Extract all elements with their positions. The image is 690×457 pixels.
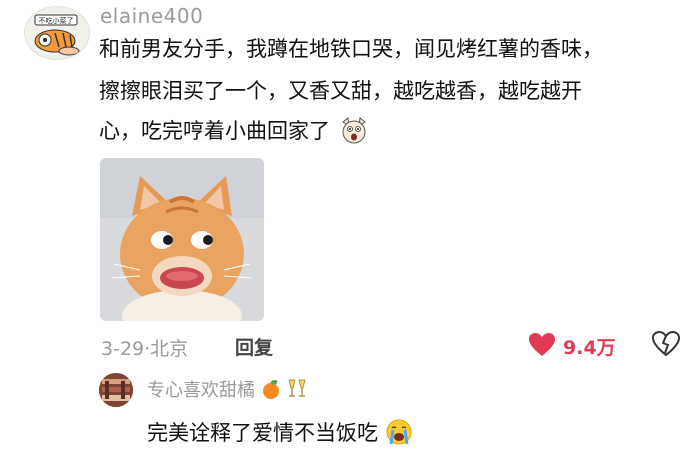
reply-button[interactable]: 回复 [235,333,273,360]
dislike-button[interactable] [651,330,681,361]
comment-text-line-1: 和前男友分手，我蹲在地铁口哭，闻见烤红薯的香味， [99,37,603,61]
avatar[interactable]: 不吃小菜了 [24,6,90,60]
comment-text-line-2: 擦擦眼泪买了一个，又香又甜，越吃越香，越吃越开 [99,79,582,103]
avatar-caption: 不吃小菜了 [39,16,74,25]
broken-heart-icon [651,330,681,361]
champagne-icon [286,378,308,405]
reply-avatar[interactable] [99,373,133,407]
comment-username[interactable]: elaine400 [100,4,203,28]
orange-icon [261,380,281,405]
heart-icon [528,333,556,362]
reply-text: 完美诠释了爱情不当饭吃 [147,421,378,445]
comment-text: 心，吃完哼着小曲回家了 [99,119,330,143]
comment-text-line-3: 心，吃完哼着小曲回家了 [99,116,369,152]
like-count: 9.4万 [563,337,616,359]
reply-username-row: 专心喜欢甜橘 [147,376,308,405]
reply-text-row: 完美诠释了爱情不当饭吃 [147,417,413,451]
reply-username[interactable]: 专心喜欢甜橘 [147,380,255,401]
comment-image[interactable] [100,158,264,321]
dog-face-icon [339,116,369,152]
comment-date: 3-29 [101,338,145,360]
comment-date-location: 3-29·北京 [101,334,188,361]
like-button[interactable] [528,332,556,362]
crying-face-icon [385,418,413,451]
comment-location: 北京 [150,338,189,360]
